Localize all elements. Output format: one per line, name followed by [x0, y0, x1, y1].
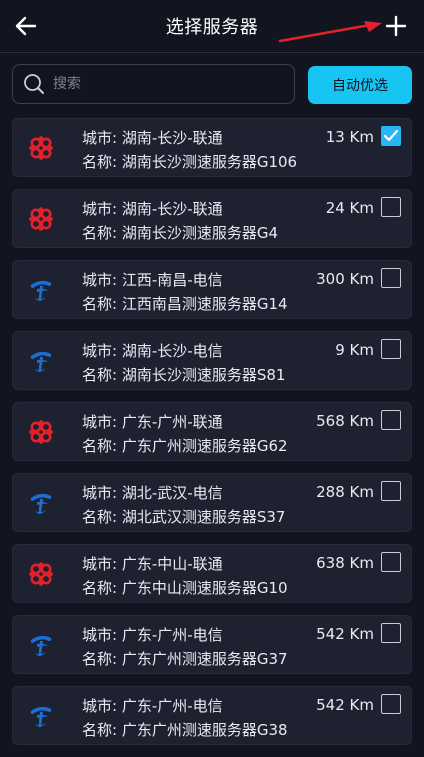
server-checkbox[interactable]: [381, 126, 401, 146]
china-unicom-icon: [29, 562, 53, 586]
server-distance: 542 Km: [316, 696, 374, 714]
server-distance: 13 Km: [325, 128, 374, 146]
server-name: 名称: 湖北武汉测速服务器S37: [82, 508, 286, 526]
server-card[interactable]: 城市: 湖南-长沙-联通 名称: 湖南长沙测速服务器G106 13 Km: [12, 118, 412, 177]
server-checkbox[interactable]: [381, 694, 401, 714]
server-card[interactable]: 城市: 湖南-长沙-电信 名称: 湖南长沙测速服务器S81 9 Km: [12, 331, 412, 390]
server-name: 名称: 湖南长沙测速服务器S81: [82, 366, 286, 384]
add-server-button[interactable]: [380, 10, 412, 42]
server-distance: 542 Km: [316, 625, 374, 643]
server-card[interactable]: 城市: 广东-广州-电信 名称: 广东广州测速服务器G37 542 Km: [12, 615, 412, 674]
server-name: 名称: 广东中山测速服务器G10: [82, 579, 288, 597]
china-telecom-icon: [30, 635, 52, 656]
server-city: 城市: 湖南-长沙-电信: [82, 342, 223, 360]
plus-icon: [385, 15, 407, 37]
server-city: 城市: 广东-广州-联通: [82, 413, 223, 431]
server-checkbox[interactable]: [381, 623, 401, 643]
server-name: 名称: 广东广州测速服务器G62: [82, 437, 288, 455]
server-distance: 24 Km: [325, 199, 374, 217]
china-telecom-icon: [30, 351, 52, 372]
server-name: 名称: 湖南长沙测速服务器G106: [82, 153, 298, 171]
search-input[interactable]: [51, 75, 275, 93]
server-name: 名称: 湖南长沙测速服务器G4: [82, 224, 278, 242]
server-card[interactable]: 城市: 湖南-长沙-联通 名称: 湖南长沙测速服务器G4 24 Km: [12, 189, 412, 248]
china-unicom-icon: [29, 136, 53, 160]
server-card[interactable]: 城市: 广东-广州-电信 名称: 广东广州测速服务器G38 542 Km: [12, 686, 412, 745]
server-card[interactable]: 城市: 广东-中山-联通 名称: 广东中山测速服务器G10 638 Km: [12, 544, 412, 603]
checkmark-icon: [383, 129, 399, 142]
server-city: 城市: 湖南-长沙-联通: [82, 129, 223, 147]
china-telecom-icon: [30, 280, 52, 301]
server-distance: 300 Km: [316, 270, 374, 288]
china-unicom-icon: [29, 207, 53, 231]
server-checkbox[interactable]: [381, 339, 401, 359]
server-card[interactable]: 城市: 湖北-武汉-电信 名称: 湖北武汉测速服务器S37 288 Km: [12, 473, 412, 532]
server-city: 城市: 湖北-武汉-电信: [82, 484, 223, 502]
server-list: 城市: 湖南-长沙-联通 名称: 湖南长沙测速服务器G106 13 Km 城市:…: [12, 118, 412, 757]
server-city: 城市: 江西-南昌-电信: [82, 271, 223, 289]
server-city: 城市: 广东-广州-电信: [82, 626, 223, 644]
server-checkbox[interactable]: [381, 552, 401, 572]
server-checkbox[interactable]: [381, 268, 401, 288]
server-name: 名称: 广东广州测速服务器G38: [82, 721, 288, 739]
server-distance: 568 Km: [316, 412, 374, 430]
search-icon: [24, 74, 44, 94]
server-city: 城市: 广东-广州-电信: [82, 697, 223, 715]
auto-select-button[interactable]: 自动优选: [308, 66, 412, 104]
server-checkbox[interactable]: [381, 410, 401, 430]
server-name: 名称: 江西南昌测速服务器G14: [82, 295, 288, 313]
china-unicom-icon: [29, 420, 53, 444]
server-checkbox[interactable]: [381, 197, 401, 217]
server-distance: 288 Km: [316, 483, 374, 501]
server-city: 城市: 湖南-长沙-联通: [82, 200, 223, 218]
server-checkbox[interactable]: [381, 481, 401, 501]
server-distance: 9 Km: [335, 341, 374, 359]
server-name: 名称: 广东广州测速服务器G37: [82, 650, 288, 668]
china-telecom-icon: [30, 493, 52, 514]
server-distance: 638 Km: [316, 554, 374, 572]
server-card[interactable]: 城市: 江西-南昌-电信 名称: 江西南昌测速服务器G14 300 Km: [12, 260, 412, 319]
annotation-arrow-icon: [278, 21, 382, 43]
search-box: [12, 64, 295, 104]
china-telecom-icon: [30, 706, 52, 727]
server-card[interactable]: 城市: 广东-广州-联通 名称: 广东广州测速服务器G62 568 Km: [12, 402, 412, 461]
server-city: 城市: 广东-中山-联通: [82, 555, 223, 573]
